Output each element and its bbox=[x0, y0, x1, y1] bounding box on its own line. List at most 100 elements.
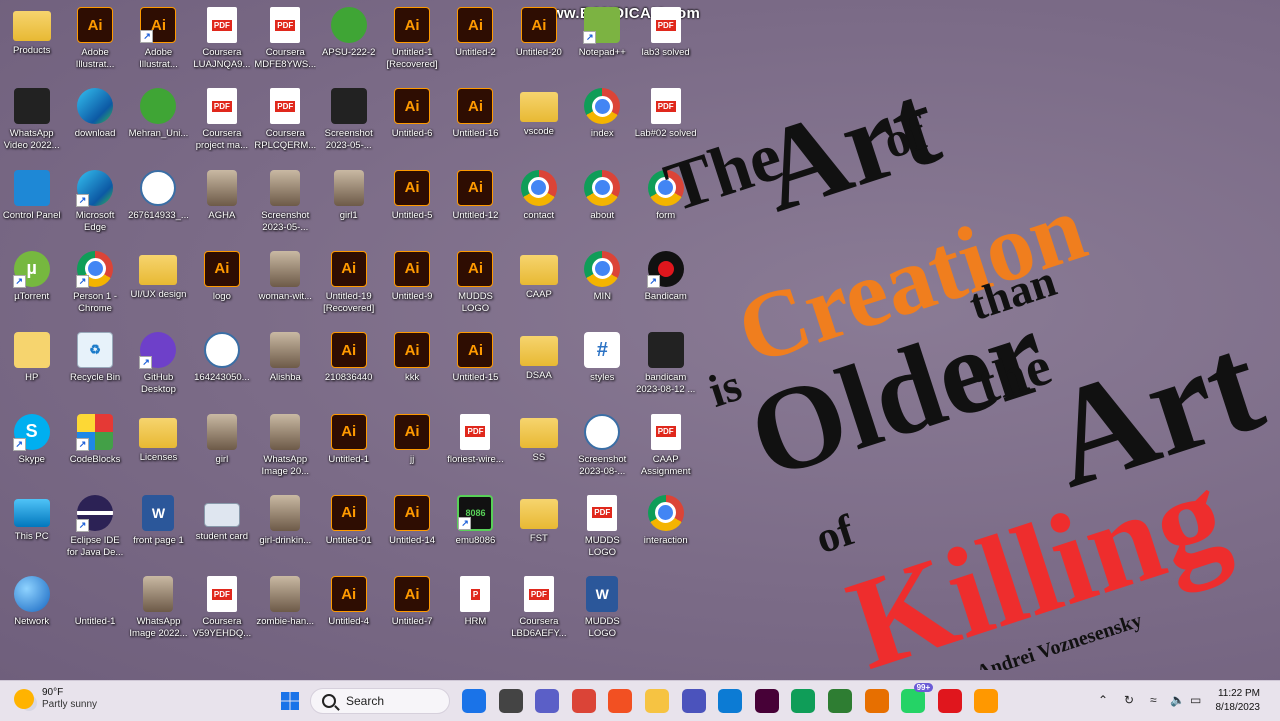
desktop-icon[interactable]: Ai Untitled-01 bbox=[317, 492, 380, 547]
desktop-icon[interactable]: Ai kkk bbox=[380, 329, 443, 384]
desktop-icon[interactable]: GitHub Desktop bbox=[127, 329, 190, 396]
desktop-icon[interactable]: Ai Untitled-4 bbox=[317, 573, 380, 628]
desktop-icon[interactable]: S Skype bbox=[0, 411, 63, 466]
desktop-icon[interactable]: FST bbox=[507, 492, 570, 545]
desktop-icon[interactable]: Licenses bbox=[127, 411, 190, 464]
desktop-icon[interactable]: 8086 emu8086 bbox=[444, 492, 507, 547]
desktop-icon[interactable]: Person 1 - Chrome bbox=[63, 248, 126, 315]
desktop-icon[interactable]: index bbox=[571, 85, 634, 140]
taskbar-clock[interactable]: 11:22 PM 8/18/2023 bbox=[1216, 687, 1261, 715]
sublime-icon[interactable] bbox=[974, 689, 999, 713]
desktop-icon[interactable]: PDF Coursera MDFE8YWS... bbox=[254, 4, 317, 71]
desktop-icon[interactable]: Ai Untitled-16 bbox=[444, 85, 507, 140]
desktop-icon[interactable]: µ µTorrent bbox=[0, 248, 63, 303]
volume-icon[interactable]: 🔈 bbox=[1170, 693, 1185, 707]
desktop-icon[interactable]: PDF Coursera LBD6AEFY... bbox=[507, 573, 570, 640]
emu8086-icon[interactable] bbox=[828, 689, 852, 713]
desktop-icon[interactable]: Ai Untitled-19 [Recovered] bbox=[317, 248, 380, 315]
desktop-icon[interactable]: Ai logo bbox=[190, 248, 253, 303]
desktop-icon[interactable]: Ai Untitled-7 bbox=[380, 573, 443, 628]
java-icon[interactable] bbox=[864, 689, 889, 713]
desktop-icon[interactable]: Ai MUDDS LOGO bbox=[444, 248, 507, 315]
battery-icon[interactable]: ▭ bbox=[1190, 693, 1201, 707]
desktop-icon[interactable]: Ai Untitled-9 bbox=[380, 248, 443, 303]
desktop-icon[interactable]: Ai 210836440 bbox=[317, 329, 380, 384]
desktop-icon[interactable]: Screenshot 2023-05-... bbox=[317, 85, 380, 152]
desktop-icon[interactable]: Control Panel bbox=[0, 167, 63, 222]
desktop-icon[interactable]: woman-wit... bbox=[254, 248, 317, 303]
start-icon[interactable] bbox=[462, 689, 486, 713]
desktop-icon[interactable]: Eclipse IDE for Java De... bbox=[63, 492, 126, 559]
desktop-icon[interactable]: vscode bbox=[507, 85, 570, 138]
desktop-icon[interactable]: UI/UX design bbox=[127, 248, 190, 301]
chrome-profile-icon[interactable] bbox=[791, 689, 816, 713]
desktop-icon[interactable]: Ai Untitled-6 bbox=[380, 85, 443, 140]
desktop-icon[interactable]: Ai Untitled-1 bbox=[317, 411, 380, 466]
desktop-icon[interactable]: SS bbox=[507, 411, 570, 464]
desktop-icon[interactable]: PDF Coursera V59YEHDQ... bbox=[190, 573, 253, 640]
desktop-icon[interactable]: Screenshot 2023-05-... bbox=[254, 167, 317, 234]
wifi-icon[interactable]: ≈ bbox=[1150, 693, 1157, 707]
desktop-icon[interactable]: PDF lab3 solved bbox=[634, 4, 697, 59]
desktop-icon[interactable]: PDF MUDDS LOGO bbox=[571, 492, 634, 559]
desktop-icon[interactable]: Mehran_Uni... bbox=[127, 85, 190, 140]
desktop-icon[interactable]: Ai Untitled-1 [Recovered] bbox=[380, 4, 443, 71]
desktop-icon[interactable]: Ai Untitled-20 bbox=[507, 4, 570, 59]
file-explorer-icon[interactable] bbox=[645, 689, 669, 713]
whatsapp-icon[interactable]: 99+ bbox=[901, 683, 934, 713]
bandicam-record-icon[interactable] bbox=[937, 689, 962, 713]
microsoft-store-icon[interactable] bbox=[608, 689, 633, 713]
task-view-icon[interactable] bbox=[498, 689, 523, 713]
desktop-icon[interactable]: APSU-222-2 bbox=[317, 4, 380, 59]
desktop-icon[interactable]: CodeBlocks bbox=[63, 411, 126, 466]
show-hidden-icons-chevron-icon[interactable]: ⌃ bbox=[1098, 693, 1108, 707]
start-button[interactable] bbox=[278, 689, 302, 713]
desktop-icon[interactable]: girl bbox=[190, 411, 253, 466]
desktop-icon[interactable]: student card bbox=[190, 492, 253, 543]
desktop-icon[interactable]: Screenshot 2023-08-... bbox=[571, 411, 634, 478]
desktop-icon[interactable]: Untitled-1 bbox=[63, 573, 126, 628]
desktop-icon[interactable]: Products bbox=[0, 4, 63, 57]
desktop-icon[interactable]: 164243050... bbox=[190, 329, 253, 384]
desktop-icon[interactable]: Ai Untitled-15 bbox=[444, 329, 507, 384]
desktop-icon[interactable]: P HRM bbox=[444, 573, 507, 628]
desktop-icon[interactable]: zombie-han... bbox=[254, 573, 317, 628]
desktop-icon[interactable]: Microsoft Edge bbox=[63, 167, 126, 234]
desktop-icon[interactable]: W MUDDS LOGO DESC... bbox=[571, 573, 634, 640]
desktop-icon[interactable]: 267614933_... bbox=[127, 167, 190, 222]
desktop-icon[interactable]: Ai Adobe Illustrat... bbox=[63, 4, 126, 71]
desktop-icon[interactable]: WhatsApp Image 20... bbox=[254, 411, 317, 478]
desktop-icon[interactable]: AGHA bbox=[190, 167, 253, 222]
adobe-xd-icon[interactable] bbox=[754, 689, 779, 713]
desktop-icon[interactable]: download bbox=[63, 85, 126, 140]
desktop-icon[interactable]: Ai Untitled-5 bbox=[380, 167, 443, 222]
chrome-icon[interactable] bbox=[571, 689, 596, 713]
desktop-icon[interactable]: girl1 bbox=[317, 167, 380, 222]
desktop-icon[interactable]: Network bbox=[0, 573, 63, 628]
desktop-icon[interactable]: about bbox=[571, 167, 634, 222]
sync-icon[interactable]: ↻ bbox=[1124, 693, 1134, 707]
desktop-icon[interactable]: WhatsApp Image 2022... bbox=[127, 573, 190, 640]
teams-chat-icon[interactable] bbox=[535, 689, 560, 713]
desktop-icon[interactable]: WhatsApp Video 2022... bbox=[0, 85, 63, 152]
desktop-icon[interactable]: PDF floriest-wire... bbox=[444, 411, 507, 466]
desktop-icon[interactable]: Ai jj bbox=[380, 411, 443, 466]
desktop-icon[interactable]: PDF Coursera RPLCQERM... bbox=[254, 85, 317, 152]
desktop-icon[interactable]: Wfront page 1 bbox=[127, 492, 190, 547]
desktop-icon[interactable]: Alishba bbox=[254, 329, 317, 384]
desktop-icon[interactable]: contact bbox=[507, 167, 570, 222]
desktop-icon[interactable]: Ai Adobe Illustrat... bbox=[127, 4, 190, 71]
desktop-icon[interactable]: PDF Coursera project ma... bbox=[190, 85, 253, 152]
desktop-icon[interactable]: DSAA bbox=[507, 329, 570, 382]
desktop-icon[interactable]: # styles bbox=[571, 329, 634, 384]
desktop-icon[interactable]: HP bbox=[0, 329, 63, 384]
desktop-icon[interactable]: MIN bbox=[571, 248, 634, 303]
desktop-icon[interactable]: Ai Untitled-14 bbox=[380, 492, 443, 547]
weather-widget[interactable]: 90°F Partly sunny bbox=[14, 687, 97, 711]
desktop-icon[interactable]: girl-drinkin... bbox=[254, 492, 317, 547]
taskbar-search-box[interactable]: Search bbox=[310, 688, 450, 714]
desktop-icon[interactable]: ♻ Recycle Bin bbox=[63, 329, 126, 384]
desktop-icon[interactable]: CAAP bbox=[507, 248, 570, 301]
desktop-icon[interactable]: PDF Coursera LUAJNQA9... bbox=[190, 4, 253, 71]
desktop-icon[interactable]: This PC bbox=[0, 492, 63, 543]
